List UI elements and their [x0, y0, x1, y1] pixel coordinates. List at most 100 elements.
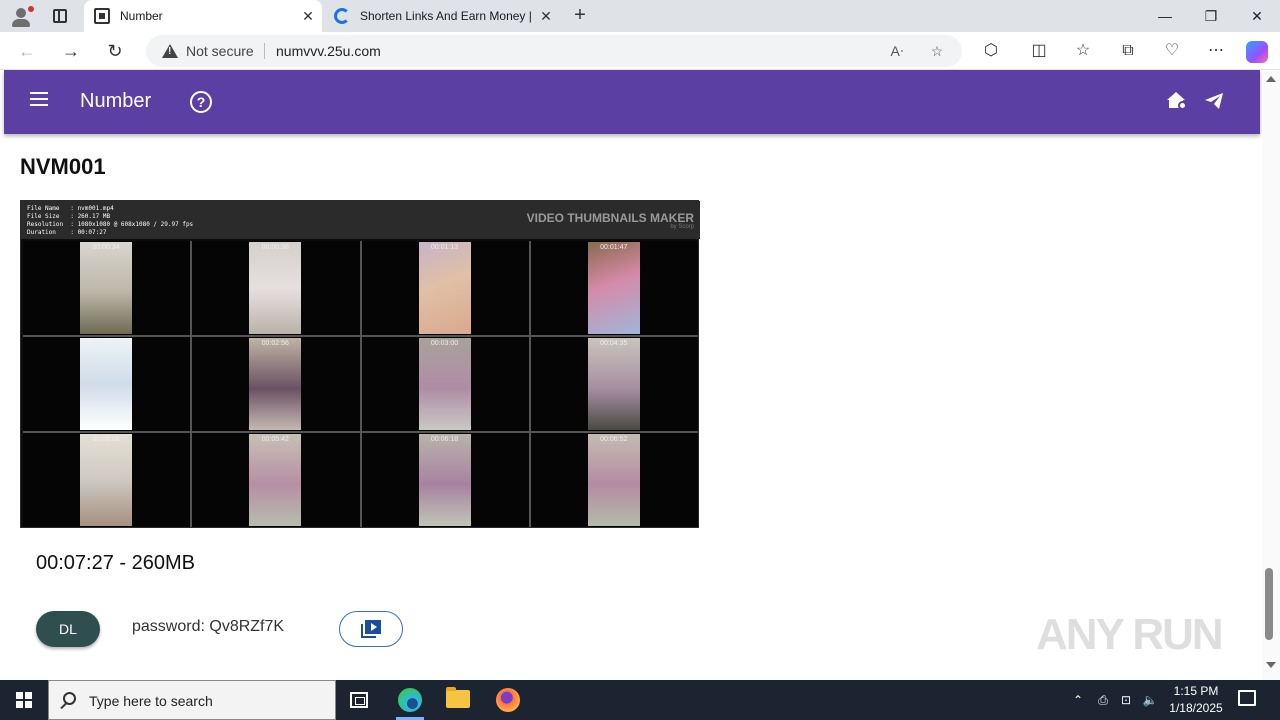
page-favicon-icon	[94, 8, 110, 24]
thumbnail-cell: 00:02:22	[23, 337, 191, 431]
hamburger-menu-icon[interactable]	[30, 92, 50, 110]
network-icon[interactable]: ⊡	[1118, 692, 1134, 708]
video-frame: 00:02:22	[80, 338, 132, 430]
tab-actions-icon[interactable]	[50, 6, 70, 26]
video-frame: 00:01:13	[418, 242, 471, 334]
app-title: Number	[80, 90, 152, 112]
clock-time: 1:15 PM	[1173, 684, 1219, 698]
edge-icon	[398, 688, 422, 712]
video-frame: 00:05:08	[80, 434, 132, 526]
frame-timestamp: 00:04:35	[600, 340, 628, 347]
thumbnail-sheet-header: File Name : nvm001.mp4 File Size : 260.1…	[21, 201, 700, 239]
video-frame: 00:01:47	[587, 242, 640, 334]
video-frame: 00:03:00	[418, 338, 471, 430]
edge-taskbar-button[interactable]	[386, 680, 434, 720]
reload-icon[interactable]: ↻	[102, 38, 128, 64]
video-frame: 00:00:38	[249, 242, 302, 334]
thumbnail-maker-sub: by Scorp	[670, 224, 694, 230]
video-preview-button[interactable]	[339, 611, 403, 647]
warning-icon[interactable]	[162, 44, 178, 58]
security-label[interactable]: Not secure	[186, 43, 254, 59]
back-icon[interactable]: ←	[14, 38, 40, 64]
video-frame: 00:02:56	[249, 338, 302, 430]
file-explorer-button[interactable]	[434, 680, 482, 720]
start-button[interactable]	[0, 680, 48, 720]
video-metadata: File Name : nvm001.mp4 File Size : 260.1…	[27, 205, 194, 236]
minimize-icon[interactable]: —	[1142, 0, 1188, 32]
close-window-icon[interactable]: ✕	[1234, 0, 1280, 32]
loading-favicon-icon	[334, 8, 350, 24]
collections-icon[interactable]: ⧉	[1117, 40, 1139, 62]
tray-overflow-icon[interactable]: ⌃	[1070, 692, 1086, 708]
frame-timestamp: 00:05:42	[261, 436, 289, 443]
video-title: NVM001	[20, 154, 106, 179]
scroll-up-icon[interactable]	[1266, 76, 1276, 82]
browser-tab-strip: Number ✕ Shorten Links And Earn Money | …	[0, 0, 1280, 32]
thumbnail-cell: 00:01:47	[530, 241, 698, 335]
tab-title: Shorten Links And Earn Money |	[360, 9, 532, 23]
task-view-button[interactable]	[336, 680, 384, 720]
favorites-icon[interactable]: ☆	[1072, 40, 1094, 62]
address-bar[interactable]: Not secure numvvv.25u.com Aᐧ ☆	[146, 35, 962, 67]
extensions-icon[interactable]: ⬡	[980, 40, 1002, 62]
more-menu-icon[interactable]: ⋯	[1205, 40, 1227, 62]
scroll-down-icon[interactable]	[1266, 662, 1276, 668]
firefox-taskbar-button[interactable]	[484, 680, 532, 720]
anyrun-watermark: ANY RUN	[1036, 610, 1224, 659]
favorite-star-icon[interactable]: ☆	[928, 42, 946, 60]
clock-date: 1/18/2025	[1169, 701, 1223, 715]
split-screen-icon[interactable]: ◫	[1028, 40, 1050, 62]
frame-timestamp: 00:06:52	[600, 436, 628, 443]
frame-timestamp: 00:00:38	[261, 244, 289, 251]
video-frame: 00:05:42	[249, 434, 302, 526]
tab-number[interactable]: Number ✕	[84, 0, 322, 32]
taskbar-search[interactable]: Type here to search	[48, 680, 336, 720]
search-icon	[63, 692, 76, 705]
new-tab-icon[interactable]: +	[568, 4, 592, 28]
browser-essentials-icon[interactable]: ♡	[1161, 40, 1183, 62]
tab-title: Number	[120, 9, 163, 23]
frame-timestamp: 00:01:13	[430, 244, 459, 251]
video-frame: 00:06:18	[418, 434, 471, 526]
profile-icon[interactable]	[8, 4, 34, 28]
url-text[interactable]: numvvv.25u.com	[276, 43, 381, 59]
telegram-send-icon[interactable]	[1204, 91, 1224, 111]
video-frame: 00:00:34	[80, 242, 132, 334]
video-library-icon	[361, 620, 381, 638]
video-frame: 00:04:35	[587, 338, 640, 430]
home-add-icon[interactable]	[1166, 90, 1188, 112]
scrollbar-thumb[interactable]	[1265, 568, 1273, 640]
restore-icon[interactable]: ❐	[1188, 0, 1234, 32]
folder-icon	[446, 687, 470, 708]
windows-taskbar: Type here to search ⌃ ⎙ ⊡ 🔈 1:15 PM 1/18…	[0, 680, 1280, 720]
thumbnail-grid: 00:00:34 00:00:38 00:01:13 00:01:47 00:0…	[23, 241, 698, 527]
thumbnail-maker-label: VIDEO THUMBNAILS MAKER	[526, 211, 694, 225]
thumbnail-cell: 00:02:56	[192, 337, 360, 431]
frame-timestamp: 00:01:47	[600, 244, 628, 251]
frame-timestamp: 00:05:08	[92, 436, 120, 443]
frame-timestamp: 00:03:00	[430, 340, 459, 347]
app-bar: Number ?	[4, 70, 1260, 134]
read-aloud-icon[interactable]: Aᐧ	[888, 42, 906, 60]
taskbar-clock[interactable]: 1:15 PM 1/18/2025	[1166, 683, 1226, 717]
close-tab-icon[interactable]: ✕	[300, 8, 316, 24]
duration-size-text: 00:07:27 - 260MB	[36, 552, 195, 574]
tab-shorten-links[interactable]: Shorten Links And Earn Money | ✕	[324, 0, 560, 32]
notification-icon[interactable]	[1238, 690, 1256, 706]
page-scrollbar[interactable]	[1262, 70, 1280, 680]
frame-timestamp: 00:02:22	[92, 340, 120, 347]
password-text: password: Qv8RZf7K	[132, 618, 285, 635]
device-icon[interactable]: ⎙	[1095, 692, 1111, 708]
forward-icon[interactable]: →	[58, 38, 84, 64]
thumbnail-cell: 00:00:38	[192, 241, 360, 335]
search-placeholder: Type here to search	[89, 693, 213, 709]
close-tab-icon[interactable]: ✕	[538, 8, 554, 24]
copilot-icon[interactable]	[1246, 41, 1268, 63]
thumbnail-cell: 00:01:13	[361, 241, 529, 335]
download-button[interactable]: DL	[36, 611, 100, 647]
windows-logo-icon	[16, 692, 32, 708]
firefox-icon	[496, 688, 520, 712]
volume-icon[interactable]: 🔈	[1142, 692, 1158, 708]
thumbnail-cell: 00:05:42	[192, 433, 360, 527]
help-icon[interactable]: ?	[190, 91, 212, 113]
